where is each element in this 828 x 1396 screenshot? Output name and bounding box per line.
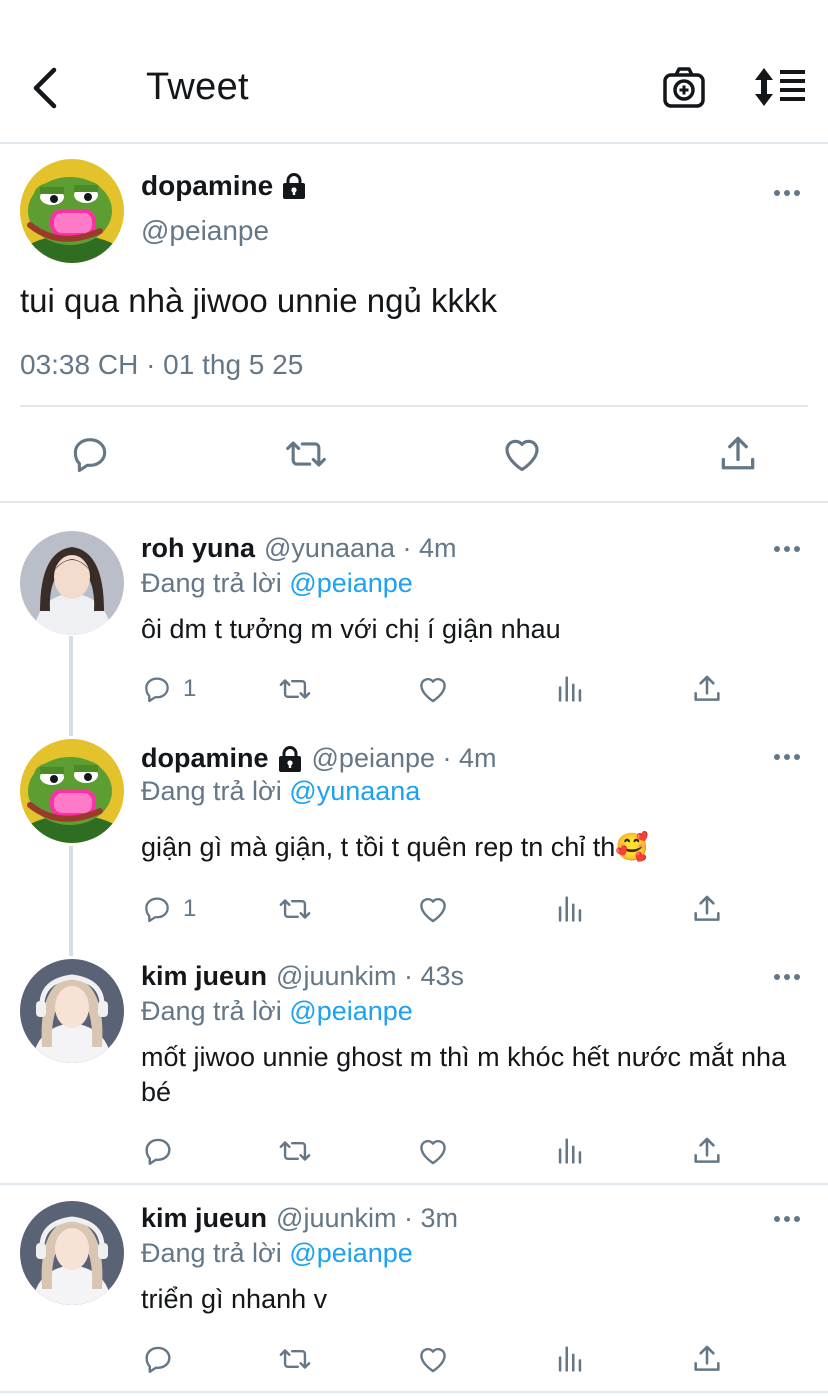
author-handle[interactable]: @peianpe xyxy=(141,215,269,247)
reply-header: kim jueun @juunkim · 3m xyxy=(141,1203,458,1234)
reply-button[interactable]: 1 xyxy=(141,892,196,926)
avatar[interactable] xyxy=(20,739,124,843)
avatar[interactable] xyxy=(20,959,124,1063)
divider xyxy=(0,1391,828,1393)
stats-icon[interactable] xyxy=(553,892,587,926)
replying-to: Đang trả lời @yunaana xyxy=(141,776,420,807)
retweet-icon[interactable] xyxy=(278,672,312,706)
share-icon[interactable] xyxy=(690,1134,724,1168)
reply-icon[interactable] xyxy=(141,1134,175,1168)
mention-link[interactable]: @peianpe xyxy=(289,568,413,598)
page-title: Tweet xyxy=(146,66,249,108)
reply-text: mốt jiwoo unnie ghost m thì m khóc hết n… xyxy=(141,1042,787,1107)
more-options-icon[interactable] xyxy=(772,1214,802,1224)
reply-icon xyxy=(141,673,173,705)
replying-prefix: Đang trả lời xyxy=(141,1238,282,1268)
retweet-icon[interactable] xyxy=(278,1134,312,1168)
mention-link[interactable]: @peianpe xyxy=(289,996,413,1026)
tweet-text: tui qua nhà jiwoo unnie ngủ kkkk xyxy=(20,282,497,319)
retweet-icon[interactable] xyxy=(278,892,312,926)
stats-icon[interactable] xyxy=(553,1342,587,1376)
author-name[interactable]: dopamine xyxy=(141,743,269,774)
reply-button[interactable]: 1 xyxy=(141,672,196,706)
top-bar: Tweet xyxy=(0,0,828,144)
author-name[interactable]: kim jueun xyxy=(141,1203,267,1234)
divider xyxy=(0,1183,828,1185)
author-name: dopamine xyxy=(141,170,307,202)
divider xyxy=(0,501,828,503)
share-icon[interactable] xyxy=(716,432,760,476)
lock-icon xyxy=(281,172,307,200)
reply-header: kim jueun @juunkim · 43s xyxy=(141,961,464,992)
reply-icon[interactable] xyxy=(141,1342,175,1376)
avatar[interactable] xyxy=(20,531,124,635)
author-name-text: dopamine xyxy=(141,170,274,201)
replying-to: Đang trả lời @peianpe xyxy=(141,996,413,1027)
stats-icon[interactable] xyxy=(553,1134,587,1168)
author-name[interactable]: roh yuna xyxy=(141,533,255,564)
like-icon[interactable] xyxy=(416,1134,450,1168)
replying-prefix: Đang trả lời xyxy=(141,996,282,1026)
reply-text: giận gì mà giận, t tồi t quên rep tn chỉ… xyxy=(141,832,649,862)
author-meta: @peianpe · 4m xyxy=(311,743,497,773)
replying-prefix: Đang trả lời xyxy=(141,776,282,806)
reply-header: roh yuna @yunaana · 4m xyxy=(141,533,457,564)
like-icon[interactable] xyxy=(416,1342,450,1376)
replying-to: Đang trả lời @peianpe xyxy=(141,1238,413,1269)
more-options-icon[interactable] xyxy=(772,972,802,982)
sort-icon[interactable] xyxy=(754,66,806,108)
back-arrow-icon[interactable] xyxy=(28,66,64,110)
lock-icon xyxy=(277,745,303,773)
mention-link[interactable]: @peianpe xyxy=(289,1238,413,1268)
avatar[interactable] xyxy=(20,1201,124,1305)
like-icon[interactable] xyxy=(416,892,450,926)
reply-count: 1 xyxy=(183,895,197,922)
author-name[interactable]: kim jueun xyxy=(141,961,267,992)
more-options-icon[interactable] xyxy=(772,752,802,762)
reply-text: ôi dm t tưởng m với chị í giận nhau xyxy=(141,614,561,644)
retweet-icon[interactable] xyxy=(278,1342,312,1376)
author-meta: @juunkim · 3m xyxy=(276,1203,458,1233)
retweet-icon[interactable] xyxy=(284,432,328,476)
reply-icon xyxy=(141,893,173,925)
share-icon[interactable] xyxy=(690,1342,724,1376)
like-icon[interactable] xyxy=(500,432,544,476)
replying-prefix: Đang trả lời xyxy=(141,568,282,598)
stats-icon[interactable] xyxy=(553,672,587,706)
thread-line xyxy=(69,846,73,956)
share-icon[interactable] xyxy=(690,672,724,706)
reply-icon[interactable] xyxy=(68,432,112,476)
reply-count: 1 xyxy=(183,675,197,702)
like-icon[interactable] xyxy=(416,672,450,706)
author-meta: @yunaana · 4m xyxy=(264,533,457,563)
share-icon[interactable] xyxy=(690,892,724,926)
divider xyxy=(20,405,808,407)
more-options-icon[interactable] xyxy=(772,544,802,554)
mention-link[interactable]: @yunaana xyxy=(289,776,420,806)
tweet-timestamp: 03:38 CH · 01 thg 5 25 xyxy=(20,349,304,380)
replying-to: Đang trả lời @peianpe xyxy=(141,568,413,599)
reply-text: triển gì nhanh v xyxy=(141,1284,328,1314)
more-options-icon[interactable] xyxy=(772,188,802,198)
thread-line xyxy=(69,636,73,736)
author-meta: @juunkim · 43s xyxy=(276,961,465,991)
camera-plus-icon[interactable] xyxy=(662,66,706,110)
reply-header: dopamine @peianpe · 4m xyxy=(141,743,497,774)
avatar[interactable] xyxy=(20,159,124,263)
